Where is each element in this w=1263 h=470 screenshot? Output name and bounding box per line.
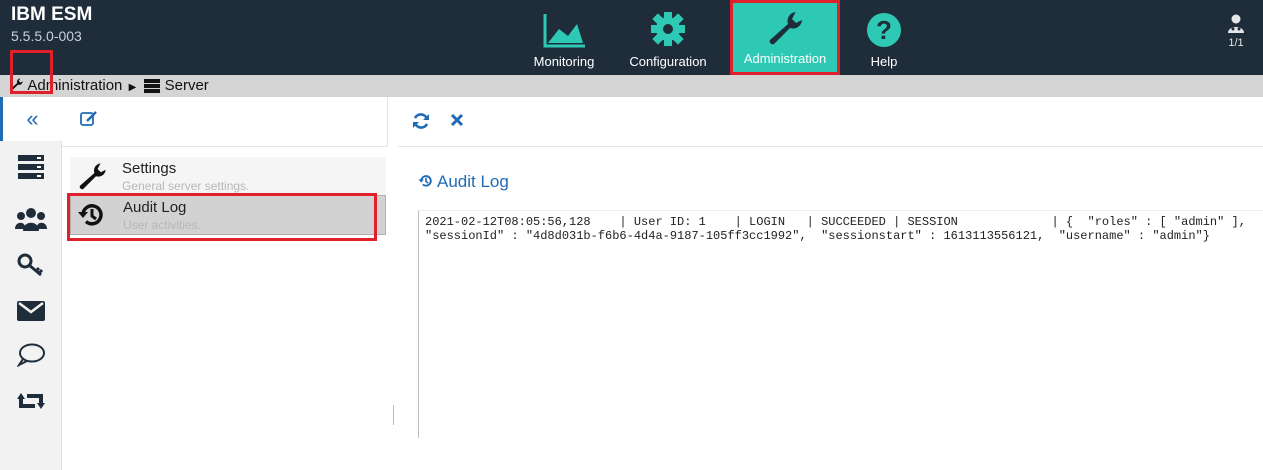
page-title-text: Audit Log xyxy=(437,172,509,191)
app-version: 5.5.5.0-003 xyxy=(11,28,82,44)
sidebar-item-chat[interactable] xyxy=(0,335,62,375)
audit-log-highlight-box xyxy=(67,193,377,241)
menu-item-title: Settings xyxy=(122,160,177,177)
user-icon xyxy=(1228,14,1244,33)
keys-icon xyxy=(17,253,44,277)
sidebar-item-server[interactable] xyxy=(0,147,62,187)
brand: IBM ESM 5.5.5.0-003 xyxy=(11,3,92,45)
caret-right-icon: ▶ xyxy=(128,82,137,93)
top-navigation-bar: IBM ESM 5.5.5.0-003 Monitoring Configura… xyxy=(0,0,1263,75)
content-toolbar xyxy=(398,97,1263,147)
close-icon[interactable] xyxy=(450,113,464,127)
edit-icon[interactable] xyxy=(80,111,98,127)
app-name: IBM ESM xyxy=(11,4,93,25)
area-chart-icon xyxy=(543,14,585,48)
refresh-icon[interactable] xyxy=(412,112,430,130)
nav-configuration[interactable]: Configuration xyxy=(618,0,718,75)
audit-log-text[interactable]: 2021-02-12T08:05:56,128 | User ID: 1 | L… xyxy=(418,210,1263,438)
server-highlight-box xyxy=(10,50,53,94)
wrench-icon xyxy=(79,163,106,190)
left-sidebar: « xyxy=(0,97,62,470)
content-panel: Audit Log 2021-02-12T08:05:56,128 | User… xyxy=(398,97,1263,470)
history-icon xyxy=(418,175,432,187)
menu-item-subtitle: General server settings. xyxy=(122,179,250,193)
gear-icon xyxy=(651,12,685,46)
sidebar-item-keys[interactable] xyxy=(0,245,62,285)
nav-help[interactable]: ? Help xyxy=(848,0,920,75)
sidebar-item-sync[interactable] xyxy=(0,381,62,421)
user-menu[interactable]: 1/1 xyxy=(1221,14,1251,49)
sidebar-item-mail[interactable] xyxy=(0,291,62,331)
breadcrumb-server[interactable]: Server xyxy=(165,77,209,94)
wrench-icon xyxy=(769,12,802,45)
nav-monitoring-label: Monitoring xyxy=(533,54,595,69)
chat-icon xyxy=(17,343,45,367)
nav-help-label: Help xyxy=(870,54,898,69)
collapse-icon[interactable]: « xyxy=(0,97,62,141)
retweet-icon xyxy=(17,393,45,409)
nav-administration-label: Administration xyxy=(743,51,827,66)
page-title: Audit Log xyxy=(418,172,509,192)
users-icon xyxy=(15,208,47,231)
session-count: 1/1 xyxy=(1228,37,1244,49)
svg-text:?: ? xyxy=(876,15,892,45)
mail-icon xyxy=(17,301,45,321)
sidebar-item-users[interactable] xyxy=(0,199,62,239)
splitter-handle[interactable] xyxy=(393,405,394,425)
nav-administration[interactable]: Administration xyxy=(730,0,840,75)
server-icon xyxy=(18,155,44,179)
server-icon xyxy=(144,79,161,93)
breadcrumb: Administration ▶ Server xyxy=(0,75,1263,97)
menu-item-settings[interactable]: Settings General server settings. xyxy=(70,157,386,197)
nav-monitoring[interactable]: Monitoring xyxy=(520,0,608,75)
question-circle-icon: ? xyxy=(867,13,901,47)
menu-toolbar xyxy=(62,97,388,147)
nav-configuration-label: Configuration xyxy=(629,54,707,69)
